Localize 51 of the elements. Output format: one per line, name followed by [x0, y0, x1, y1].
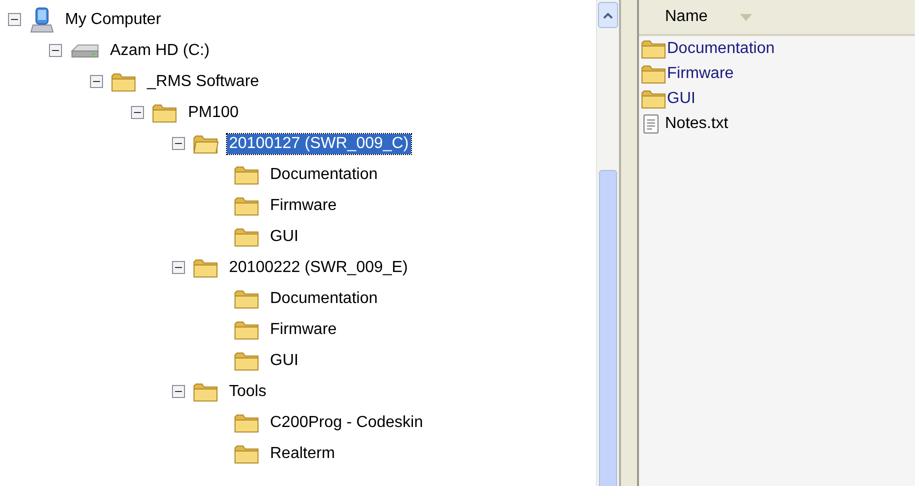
tree-item[interactable]: Documentation — [268, 288, 380, 308]
folder-icon — [111, 70, 137, 92]
tree-item[interactable]: Firmware — [268, 196, 339, 216]
tree-item[interactable]: GUI — [268, 226, 300, 246]
tree-item[interactable]: GUI — [268, 350, 300, 370]
folder-icon — [641, 62, 667, 84]
folder-icon — [234, 412, 260, 434]
sort-arrow-icon — [740, 14, 752, 20]
folder-icon — [234, 194, 260, 216]
collapse-toggle[interactable] — [131, 106, 144, 119]
file-item[interactable]: Notes.txt — [665, 114, 728, 132]
collapse-toggle[interactable] — [172, 385, 185, 398]
folder-icon — [193, 380, 219, 402]
file-item[interactable]: Documentation — [667, 40, 775, 58]
folder-icon — [641, 38, 667, 60]
collapse-toggle[interactable] — [49, 44, 62, 57]
folder-icon — [641, 88, 667, 110]
folder-icon — [234, 442, 260, 464]
folder-icon — [152, 102, 178, 124]
collapse-toggle[interactable] — [172, 261, 185, 274]
folder-icon — [234, 288, 260, 310]
drive-icon — [70, 42, 100, 60]
collapse-toggle[interactable] — [90, 75, 103, 88]
folder-icon — [234, 226, 260, 248]
tree-item[interactable]: 20100222 (SWR_009_E) — [227, 258, 410, 278]
file-item[interactable]: GUI — [667, 90, 696, 108]
file-item[interactable]: Firmware — [667, 64, 734, 82]
scroll-up-button[interactable] — [598, 2, 618, 28]
tree-item[interactable]: C200Prog - Codeskin — [268, 412, 425, 432]
folder-icon — [234, 318, 260, 340]
scrollbar[interactable] — [596, 0, 619, 486]
folder-icon — [193, 132, 219, 154]
tree-item[interactable]: PM100 — [186, 102, 241, 122]
folder-icon — [193, 256, 219, 278]
chevron-up-icon — [603, 12, 613, 18]
folder-icon — [234, 350, 260, 372]
tree-item[interactable]: Tools — [227, 382, 268, 402]
column-header[interactable]: Name — [639, 0, 915, 36]
folder-icon — [234, 164, 260, 186]
tree-item[interactable]: _RMS Software — [145, 72, 262, 92]
tree-item[interactable]: Firmware — [268, 320, 339, 340]
scroll-thumb[interactable] — [599, 170, 617, 486]
tree-item[interactable]: Realterm — [268, 444, 337, 464]
collapse-toggle[interactable] — [172, 137, 185, 150]
computer-icon — [29, 6, 55, 32]
collapse-toggle[interactable] — [8, 13, 21, 26]
tree-item[interactable]: Documentation — [268, 164, 380, 184]
tree-item[interactable]: My Computer — [63, 10, 164, 30]
tree-item[interactable]: Azam HD (C:) — [108, 40, 212, 60]
tree-item[interactable]: 20100127 (SWR_009_C) — [227, 134, 411, 154]
column-title: Name — [665, 8, 708, 26]
